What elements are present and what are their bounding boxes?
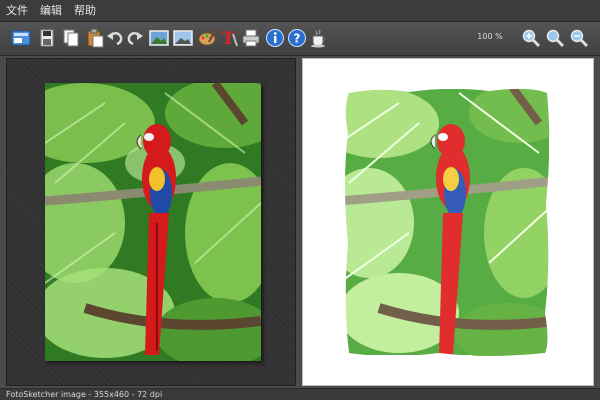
open-icon[interactable]	[10, 27, 32, 49]
paste-icon[interactable]	[84, 27, 106, 49]
svg-text:T: T	[222, 29, 235, 48]
status-bar: FotoSketcher image - 355x460 - 72 dpi	[0, 388, 600, 400]
undo-icon[interactable]	[104, 27, 126, 49]
menu-file[interactable]: 文件	[0, 0, 34, 22]
text-icon[interactable]: T	[218, 27, 240, 49]
parrot-photo	[45, 83, 261, 361]
print-icon[interactable]	[240, 27, 262, 49]
sketch-image-icon[interactable]	[172, 27, 194, 49]
zoom-level: 100 %	[477, 32, 503, 41]
menu-help[interactable]: 帮助	[68, 0, 102, 22]
menu-bar: 文件 编辑 帮助	[0, 0, 600, 22]
parrot-sketch	[339, 83, 555, 361]
zoom-in-icon[interactable]	[520, 27, 542, 49]
coffee-icon[interactable]	[308, 27, 330, 49]
zoom-out-icon[interactable]	[568, 27, 590, 49]
save-icon[interactable]	[36, 27, 58, 49]
svg-text:?: ?	[294, 32, 301, 46]
zoom-reset-icon[interactable]	[544, 27, 566, 49]
help-icon[interactable]: ?	[286, 27, 308, 49]
sketch-result-panel[interactable]	[302, 58, 594, 386]
original-photo	[45, 83, 261, 361]
original-image-icon[interactable]	[148, 27, 170, 49]
palette-icon[interactable]	[196, 27, 218, 49]
sketch-photo	[339, 83, 555, 361]
toolbar: T ? 100 %	[0, 22, 600, 56]
status-text: FotoSketcher image - 355x460 - 72 dpi	[6, 390, 163, 399]
original-image-panel[interactable]	[6, 58, 296, 386]
menu-edit[interactable]: 编辑	[34, 0, 68, 22]
copy-icon[interactable]	[60, 27, 82, 49]
redo-icon[interactable]	[124, 27, 146, 49]
info-icon[interactable]	[264, 27, 286, 49]
